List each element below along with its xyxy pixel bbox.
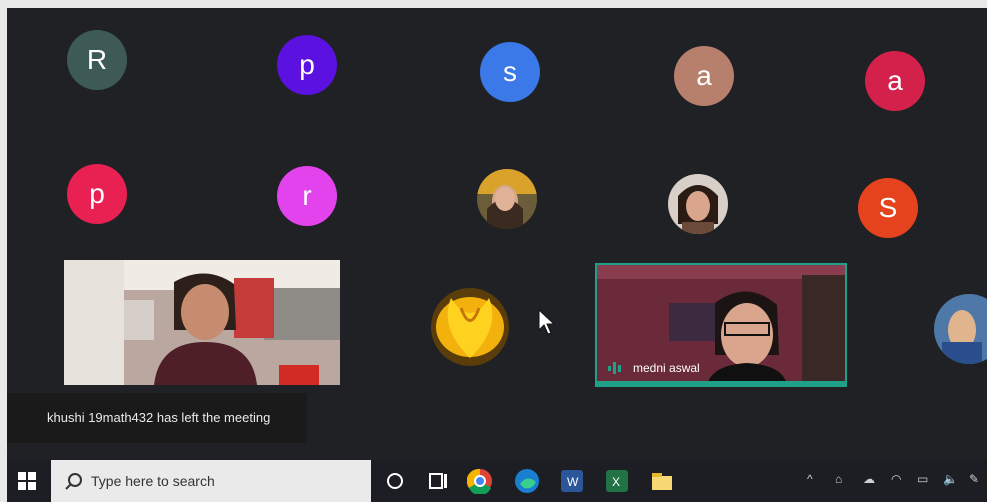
taskbar: Type here to search W X ^ ⌂ ☁ ◠ ▭ 🔈 ✎ [7,460,987,502]
chrome-icon[interactable] [467,468,493,494]
participant-avatar-R[interactable]: R [67,30,127,90]
svg-text:X: X [612,475,620,489]
file-explorer-icon[interactable] [649,468,675,494]
task-view-circle-icon[interactable] [382,468,408,494]
search-icon [65,473,82,490]
taskbar-search-placeholder: Type here to search [91,473,215,489]
notification-text: khushi 19math432 has left the meeting [47,410,271,425]
tray-pen-icon[interactable]: ✎ [969,472,979,486]
tray-cloud-icon[interactable]: ☁ [863,472,875,486]
svg-text:W: W [567,475,579,489]
participant-avatar-s[interactable]: s [480,42,540,102]
tray-chevron-icon[interactable]: ^ [807,472,813,486]
windows-start-icon[interactable] [17,471,43,497]
participant-avatar-S[interactable]: S [858,178,918,238]
participant-left-notification: khushi 19math432 has left the meeting [7,393,307,443]
participant-avatar-p-red[interactable]: p [67,164,127,224]
participant-avatar-r[interactable]: r [277,166,337,226]
meeting-screen: R p s a a p r S medni aswal khushi 19mat… [7,8,987,502]
tray-people-icon[interactable]: ⌂ [835,472,842,486]
video-feed [64,260,340,385]
video-tile-right[interactable]: medni aswal [595,263,847,387]
participant-name-label: medni aswal [633,361,700,375]
tray-network-icon[interactable]: ◠ [891,472,901,486]
participant-photo-avatar-edge[interactable] [934,294,987,364]
tray-volume-icon[interactable]: 🔈 [943,472,958,486]
participant-photo-avatar-2[interactable] [668,174,728,234]
participant-avatar-a[interactable]: a [674,46,734,106]
participant-avatar-a-red[interactable]: a [865,51,925,111]
tray-battery-icon[interactable]: ▭ [917,472,928,486]
active-speaker-bar [597,381,845,385]
excel-icon[interactable]: X [604,468,630,494]
participant-photo-avatar-1[interactable] [477,169,537,229]
speaking-indicator-icon [608,362,621,374]
video-tile-left[interactable] [64,260,340,385]
participant-photo-avatar-flower[interactable] [431,288,509,366]
participant-name-label-wrap: medni aswal [607,361,700,375]
flower-photo-icon [431,288,509,366]
word-icon[interactable]: W [559,468,585,494]
participant-avatar-p[interactable]: p [277,35,337,95]
taskbar-search-box[interactable]: Type here to search [51,460,371,502]
profile-photo-icon [668,174,728,234]
task-view-icon[interactable] [425,468,451,494]
profile-photo-icon [477,169,537,229]
profile-photo-icon [934,294,987,364]
mouse-cursor-icon [538,308,556,335]
edge-icon[interactable] [514,468,540,494]
